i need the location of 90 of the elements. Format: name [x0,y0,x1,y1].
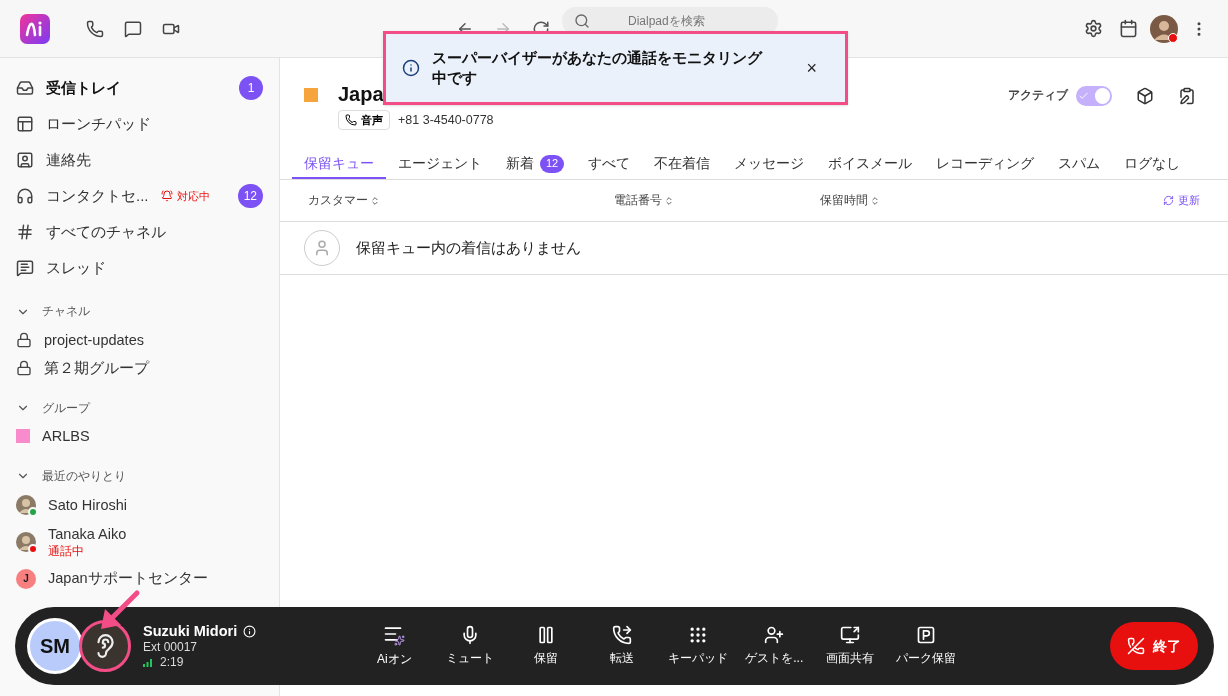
call-action-button[interactable]: キーパッド [660,625,737,667]
empty-message: 保留キュー内の着信はありません [356,237,581,258]
add-user-icon [764,625,785,645]
section-header[interactable]: チャネル [0,298,279,326]
sidebar-item[interactable]: ARLBS [0,422,279,451]
page-title: Japa [338,82,385,106]
refresh-button[interactable]: 更新 [1163,192,1200,209]
contact-card-icon [16,151,34,169]
call-action-button[interactable]: ゲストを... [736,625,813,667]
count-badge: 12 [237,184,263,208]
avatar [16,531,36,552]
ai-notes-icon [383,624,406,646]
tab[interactable]: 不在着信 [642,150,723,179]
tab[interactable]: エージェント [386,150,494,179]
sidebar-item[interactable]: 連絡先 [0,142,279,178]
count-badge: 1 [239,76,263,100]
message-icon [16,259,34,277]
screen-share-icon [840,625,861,645]
search-icon [574,12,590,29]
check-icon [1078,90,1090,102]
phone-icon[interactable] [86,19,104,38]
phone-number: +81 3-4540-0778 [398,111,494,129]
alarm-icon [160,190,173,202]
sort-icon [370,195,380,206]
close-button[interactable]: × [806,59,817,77]
cube-icon[interactable] [1136,87,1154,105]
clipboard-icon[interactable] [1178,87,1196,105]
hash-icon [16,223,34,241]
tab[interactable]: 新着 12 [494,150,577,179]
status-text: 対応中 [176,188,210,204]
chat-icon[interactable] [124,19,142,38]
call-action-button[interactable]: 転送 [584,625,661,667]
sort-icon [870,195,880,206]
column-header[interactable]: 保留時間 [820,191,1026,210]
count-badge: 12 [540,154,565,173]
parking-icon [916,625,937,645]
caller-name: Suzuki Midori [143,621,238,641]
calendar-icon[interactable] [1119,19,1138,38]
sidebar-item[interactable]: project-updates [0,326,279,355]
settings-icon[interactable] [1084,19,1103,38]
hang-up-icon [1127,637,1145,655]
initials-avatar: SM [27,618,83,674]
tab[interactable]: ボイスメール [816,150,925,179]
sidebar-item[interactable]: 受信トレイ 1 [0,70,279,106]
column-header[interactable]: カスタマー [308,191,614,210]
tab[interactable]: レコーディング [924,150,1047,179]
user-avatar[interactable] [1150,14,1178,43]
initial-avatar: J [16,568,36,589]
tab[interactable]: すべて [576,150,643,179]
call-action-button[interactable]: 画面共有 [812,625,889,667]
tab[interactable]: スパム [1046,150,1113,179]
sidebar-item[interactable]: 第２期グループ [0,354,279,383]
lock-icon [16,332,32,349]
tab[interactable]: メッセージ [722,150,817,179]
section-header[interactable]: グループ [0,394,279,423]
call-action-button[interactable]: Aiオン [356,624,433,668]
sort-icon [664,195,674,206]
signal-icon [143,658,152,667]
tab[interactable]: 保留キュー [292,150,386,179]
inbox-icon [16,79,34,97]
toast-message: スーパーバイザーがあなたの通話をモニタリング中です [432,49,762,88]
info-icon[interactable] [243,624,257,638]
info-icon [402,59,420,77]
sidebar-item[interactable]: ローンチパッド [0,106,279,142]
call-duration: 2:19 [160,655,184,671]
refresh-icon [1163,195,1174,206]
layout-icon [16,115,34,133]
call-action-button[interactable]: ミュート [432,625,509,667]
sidebar-item[interactable]: J Japanサポートセンター [0,563,279,594]
active-label: アクティブ [1008,88,1068,104]
avatar [16,495,36,516]
lock-icon [16,360,32,377]
app-logo[interactable] [20,13,50,44]
extension: Ext 00017 [143,640,199,656]
sidebar-item[interactable]: Sato Hiroshi [0,490,279,521]
sidebar-item[interactable]: コンタクトセ... 対応中 12 [0,178,279,214]
channel-chip: 音声 [338,110,390,130]
active-toggle[interactable] [1076,86,1112,106]
column-header[interactable]: 電話番号 [614,191,820,210]
tab[interactable]: ログなし [1112,150,1193,179]
phone-transfer-icon [612,625,633,645]
sidebar-item[interactable]: Tanaka Aiko 通話中 [0,520,279,564]
call-action-button[interactable]: パーク保留 [888,625,965,667]
headphones-icon [16,187,34,205]
sidebar-item[interactable]: スレッド [0,250,279,286]
call-action-button[interactable]: 保留 [508,625,585,667]
sidebar-item[interactable]: すべてのチャネル [0,214,279,250]
phone-icon [345,114,357,126]
section-header[interactable]: 最近のやりとり [0,462,279,491]
end-call-button[interactable]: 終了 [1110,622,1198,670]
